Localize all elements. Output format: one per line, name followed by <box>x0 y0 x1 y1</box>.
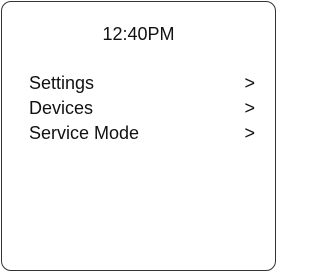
menu-item-label: Service Mode <box>29 123 140 143</box>
clock-time: 12:40PM <box>102 24 175 44</box>
device-screen: 12:40PM Settings > Devices > Service Mod… <box>1 1 276 271</box>
menu-item-service-mode[interactable]: Service Mode > <box>29 122 255 147</box>
menu-item-label: Devices <box>29 98 94 118</box>
chevron-right-icon: > <box>244 73 255 93</box>
main-menu: Settings > Devices > Service Mode > <box>29 72 255 147</box>
menu-item-label: Settings <box>29 73 95 93</box>
menu-item-devices[interactable]: Devices > <box>29 97 255 122</box>
chevron-right-icon: > <box>244 98 255 118</box>
menu-item-settings[interactable]: Settings > <box>29 72 255 97</box>
chevron-right-icon: > <box>244 123 255 143</box>
